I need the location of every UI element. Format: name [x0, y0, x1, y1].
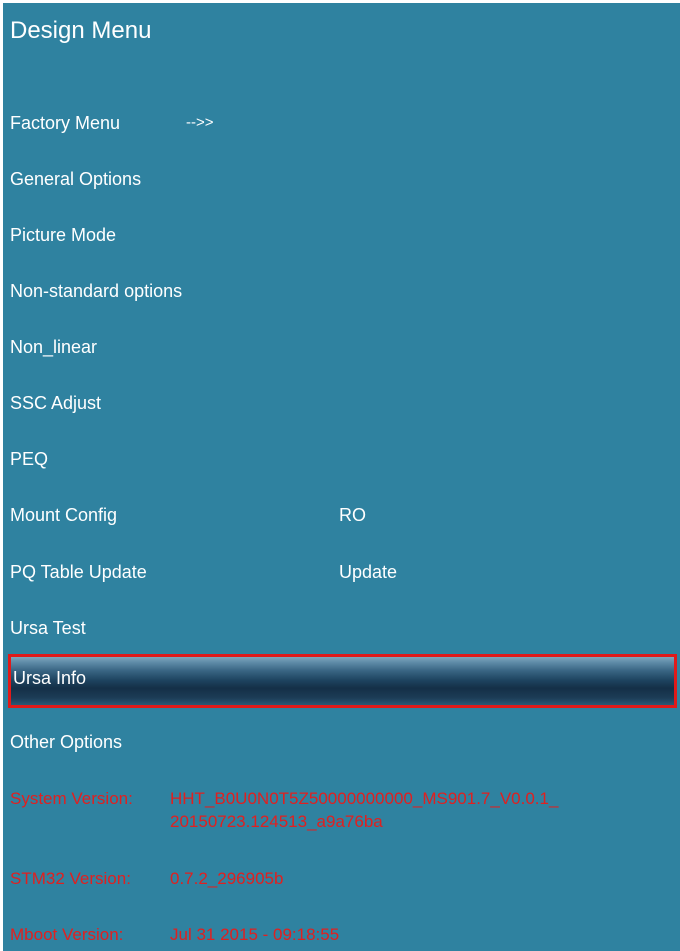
system-version-value-line1: HHT_B0U0N0T5Z50000000000_MS901.7_V0.0.1_ — [170, 789, 559, 808]
menu-item-label: Non-standard options — [10, 281, 183, 301]
stm32-version-label: STM32 Version: — [10, 869, 131, 888]
menu-item-label: Ursa Info — [13, 668, 87, 688]
menu-item-ursa-info-selected[interactable]: Ursa Info — [8, 654, 677, 708]
menu-item-general-options[interactable]: General Options — [3, 161, 680, 197]
menu-item-label: Ursa Test — [10, 618, 86, 638]
menu-item-label: PEQ — [10, 449, 49, 469]
menu-item-label: Other Options — [10, 732, 123, 752]
pq-table-update-value: Update — [339, 562, 398, 582]
mboot-version-label: Mboot Version: — [10, 925, 124, 944]
submenu-arrow-indicator: -->> — [186, 114, 214, 131]
mboot-version-value: Jul 31 2015 - 09:18:55 — [170, 925, 340, 944]
menu-item-label: Non_linear — [10, 337, 98, 357]
menu-item-label: SSC Adjust — [10, 393, 102, 413]
menu-item-picture-mode[interactable]: Picture Mode — [3, 217, 680, 253]
stm32-version-info: STM32 Version: 0.7.2_296905b — [3, 869, 680, 891]
menu-item-peq[interactable]: PEQ — [3, 441, 680, 477]
mboot-version-info: Mboot Version: Jul 31 2015 - 09:18:55 — [3, 925, 680, 947]
stm32-version-value: 0.7.2_296905b — [170, 869, 284, 888]
menu-item-label: General Options — [10, 169, 142, 189]
menu-item-label: Mount Config — [10, 505, 118, 525]
menu-item-ursa-test[interactable]: Ursa Test — [3, 610, 680, 646]
menu-item-pq-table-update[interactable]: PQ Table Update Update — [3, 554, 680, 590]
menu-item-label: Factory Menu — [10, 113, 121, 133]
menu-item-mount-config[interactable]: Mount Config RO — [3, 497, 680, 533]
page-title: Design Menu — [10, 17, 152, 44]
menu-item-label: Picture Mode — [10, 225, 117, 245]
menu-item-label: PQ Table Update — [10, 562, 147, 582]
design-menu-panel: Design Menu Factory Menu -->> General Op… — [3, 3, 680, 951]
menu-item-non-standard-options[interactable]: Non-standard options — [3, 273, 680, 309]
system-version-value-line2: 20150723.124513_a9a76ba — [170, 812, 383, 831]
system-version-info: System Version: HHT_B0U0N0T5Z50000000000… — [3, 789, 680, 837]
menu-item-factory-menu[interactable]: Factory Menu -->> — [3, 105, 680, 141]
menu-item-non-linear[interactable]: Non_linear — [3, 329, 680, 365]
menu-item-other-options[interactable]: Other Options — [3, 724, 680, 760]
system-version-label: System Version: — [10, 789, 133, 808]
mount-config-value: RO — [339, 505, 366, 525]
menu-item-ssc-adjust[interactable]: SSC Adjust — [3, 385, 680, 421]
